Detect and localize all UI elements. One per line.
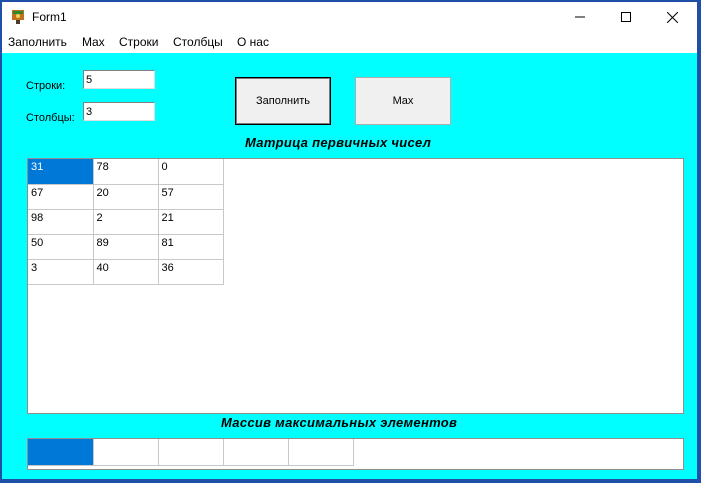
table-row: 98 2 21 xyxy=(28,209,224,235)
rows-label: Строки: xyxy=(26,80,66,92)
maximize-icon xyxy=(621,12,631,22)
matrix-cell[interactable]: 21 xyxy=(158,209,224,235)
matrix-table: 31 78 0 67 20 57 98 2 21 50 89 81 3 40 36 xyxy=(28,159,224,285)
minimize-icon xyxy=(575,16,585,18)
table-row: 50 89 81 xyxy=(28,234,224,260)
form-window: Form1 Заполнить Max Строки Столбцы О нас… xyxy=(2,2,697,479)
columns-input[interactable] xyxy=(83,102,155,121)
title-bar[interactable]: Form1 xyxy=(2,2,697,32)
matrix-cell[interactable]: 57 xyxy=(158,184,224,210)
matrix-cell[interactable]: 98 xyxy=(28,209,94,235)
matrix-cell[interactable]: 3 xyxy=(28,259,94,285)
menu-item-fill[interactable]: Заполнить xyxy=(8,35,67,49)
table-row: 67 20 57 xyxy=(28,184,224,210)
max-array-cell[interactable] xyxy=(28,439,94,466)
max-array-cell[interactable] xyxy=(288,439,354,466)
window-title: Form1 xyxy=(32,10,67,24)
matrix-cell[interactable]: 20 xyxy=(93,184,159,210)
matrix-cell[interactable]: 40 xyxy=(93,259,159,285)
close-icon xyxy=(666,11,678,23)
max-array-table xyxy=(28,439,354,466)
matrix-cell[interactable]: 67 xyxy=(28,184,94,210)
fill-button[interactable]: Заполнить xyxy=(235,77,331,125)
minimize-button[interactable] xyxy=(557,2,603,32)
matrix-cell[interactable]: 89 xyxy=(93,234,159,260)
max-array-grid[interactable] xyxy=(27,438,684,470)
max-array-cell[interactable] xyxy=(158,439,224,466)
table-row: 31 78 0 xyxy=(28,159,224,185)
matrix-grid[interactable]: 31 78 0 67 20 57 98 2 21 50 89 81 3 40 36 xyxy=(27,158,684,414)
table-row xyxy=(28,439,354,466)
matrix-cell[interactable]: 50 xyxy=(28,234,94,260)
matrix-cell[interactable]: 0 xyxy=(158,159,224,185)
table-row: 3 40 36 xyxy=(28,259,224,285)
menu-item-rows[interactable]: Строки xyxy=(119,35,158,49)
app-icon xyxy=(12,10,24,24)
matrix-cell[interactable]: 31 xyxy=(28,159,94,185)
maximize-button[interactable] xyxy=(603,2,649,32)
menu-item-max[interactable]: Max xyxy=(82,35,105,49)
matrix-cell[interactable]: 2 xyxy=(93,209,159,235)
menu-item-about[interactable]: О нас xyxy=(237,35,269,49)
matrix-cell[interactable]: 78 xyxy=(93,159,159,185)
max-array-cell[interactable] xyxy=(223,439,289,466)
max-array-heading: Массив максимальных элементов xyxy=(221,415,458,430)
columns-label: Столбцы: xyxy=(26,112,75,124)
menu-item-columns[interactable]: Столбцы xyxy=(173,35,223,49)
menu-bar: Заполнить Max Строки Столбцы О нас xyxy=(2,32,697,52)
max-button[interactable]: Max xyxy=(355,77,451,125)
rows-input[interactable] xyxy=(83,70,155,89)
form-client-area: Строки: Столбцы: Заполнить Max Матрица п… xyxy=(2,53,697,479)
max-array-cell[interactable] xyxy=(93,439,159,466)
matrix-cell[interactable]: 81 xyxy=(158,234,224,260)
matrix-heading: Матрица первичных чисел xyxy=(245,135,432,150)
matrix-cell[interactable]: 36 xyxy=(158,259,224,285)
close-button[interactable] xyxy=(649,2,695,32)
